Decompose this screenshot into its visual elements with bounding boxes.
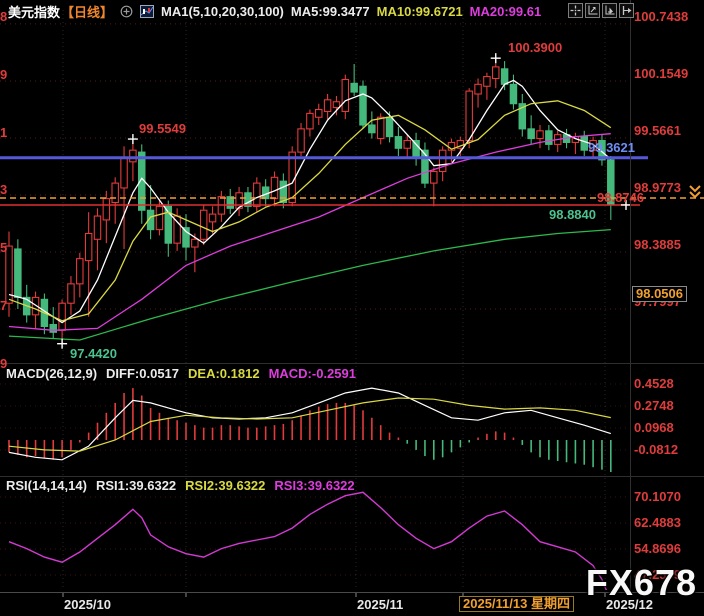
candle [50, 307, 56, 338]
macd-header: MACD(26,12,9) DIFF:0.0517 DEA:0.1812 MAC… [6, 366, 356, 381]
candle [555, 131, 561, 152]
price-axis-border [630, 0, 631, 592]
candle [6, 232, 12, 317]
ma10-value: MA10:99.6721 [377, 4, 463, 19]
fx678-watermark: FX678 [586, 562, 697, 604]
rsi-header: RSI(14,14,14) RSI1:39.6322 RSI2:39.6322 … [6, 478, 355, 493]
candle [209, 206, 215, 233]
ma-line-ma100 [9, 230, 611, 340]
ma5-value: MA5:99.3477 [291, 4, 370, 19]
candle [15, 239, 21, 309]
rsi2-value: RSI2:39.6322 [185, 478, 265, 493]
candle [528, 115, 534, 144]
expand-circle-plus-icon[interactable] [120, 5, 133, 18]
candle [271, 171, 277, 206]
candle [245, 187, 251, 212]
candle [537, 125, 543, 148]
extreme-cross-marker [128, 134, 138, 144]
rsi3-value: RSI3:39.6322 [274, 478, 354, 493]
candle [395, 127, 401, 156]
rsi-title: RSI(14,14,14) [6, 478, 87, 493]
candle [236, 187, 242, 216]
candle [484, 73, 490, 100]
candle [112, 177, 118, 223]
candle [439, 146, 445, 181]
candle [201, 204, 207, 245]
extreme-cross-marker [57, 339, 67, 349]
macd-dea-value: DEA:0.1812 [188, 366, 260, 381]
candle [324, 94, 330, 119]
chart-app: 美元指数 【日线】 MA1(5,10,20,30,100) MA5:99.347… [0, 0, 704, 616]
candle [24, 285, 30, 323]
candle [590, 137, 596, 158]
candle [130, 139, 136, 181]
candle [254, 177, 260, 212]
candle [369, 111, 375, 138]
rsi-line [9, 492, 611, 601]
candle [431, 168, 437, 207]
candle [519, 94, 525, 137]
alert-chevron-down-icon [690, 192, 700, 197]
chart-header: 美元指数 【日线】 MA1(5,10,20,30,100) MA5:99.347… [8, 3, 541, 19]
candle [307, 110, 313, 137]
ma-group-label: MA1(5,10,20,30,100) [161, 4, 284, 19]
candle [351, 64, 357, 96]
scale-y-axis-icon[interactable] [585, 3, 600, 18]
candle [85, 212, 91, 317]
candle [94, 208, 100, 270]
period-tag: 【日线】 [61, 2, 113, 21]
candle [501, 61, 507, 90]
candle [227, 189, 233, 214]
candles [6, 58, 614, 344]
candlestick-chart-icon[interactable] [140, 5, 154, 18]
macd-diff-value: DIFF:0.0517 [106, 366, 179, 381]
candle [156, 201, 162, 236]
pan-right-icon[interactable] [619, 3, 634, 18]
candle [413, 133, 419, 166]
macd-pane [9, 388, 611, 472]
extreme-cross-marker [491, 53, 501, 63]
ma20-value: MA20:99.61 [470, 4, 542, 19]
chart-canvas[interactable] [0, 0, 704, 616]
pane-divider [0, 363, 704, 364]
pane-divider [0, 476, 704, 477]
candle [218, 191, 224, 222]
rsi-pane [9, 492, 611, 601]
candle [68, 276, 74, 315]
candle [581, 131, 587, 156]
candle [147, 185, 153, 239]
candle [298, 123, 304, 156]
macd-value: MACD:-0.2591 [269, 366, 356, 381]
move-tool-icon[interactable] [568, 3, 583, 18]
candle [342, 75, 348, 120]
candle [280, 173, 286, 208]
candle [77, 253, 83, 298]
scale-x-axis-icon[interactable] [602, 3, 617, 18]
rsi1-value: RSI1:39.6322 [96, 478, 176, 493]
candle [316, 104, 322, 125]
candle [360, 80, 366, 128]
candle [475, 79, 481, 108]
chart-toolbar [568, 3, 634, 18]
macd-title: MACD(26,12,9) [6, 366, 97, 381]
alert-chevron-down-icon [690, 186, 700, 191]
symbol-title: 美元指数 [8, 2, 60, 21]
candle [546, 125, 552, 150]
candle [422, 142, 428, 188]
candle [608, 156, 614, 220]
